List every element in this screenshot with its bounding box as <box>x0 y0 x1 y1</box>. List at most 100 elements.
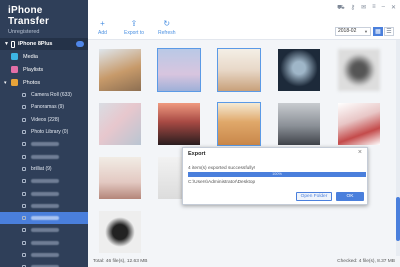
close-icon[interactable]: × <box>358 149 362 156</box>
album-label: Panoramas (9) <box>31 104 65 111</box>
app-title: iPhone Transfer <box>8 5 50 27</box>
photos-icon <box>11 79 18 86</box>
sidebar: iPhone Transfer Unregistered ▼ iPhone 8P… <box>0 0 88 267</box>
album-item[interactable] <box>0 150 88 162</box>
photo-thumbnail[interactable] <box>217 102 261 146</box>
refresh-icon: ↻ <box>163 19 171 28</box>
album-icon <box>22 203 26 208</box>
device-name: iPhone 8Plus <box>17 41 53 47</box>
media-icon <box>11 53 18 60</box>
album-label: Photo Library (0) <box>31 129 69 136</box>
blurred-album-label <box>31 142 59 147</box>
blurred-album-label <box>31 154 59 159</box>
chat-icon[interactable]: ✉ <box>361 4 366 12</box>
album-icon <box>22 253 26 257</box>
progress-text: 100% <box>272 172 282 176</box>
export-progress-bar: 100% <box>188 172 366 177</box>
album-label: Camera Roll (633) <box>31 92 72 99</box>
add-button[interactable]: + Add <box>98 19 107 37</box>
album-item[interactable]: Camera Roll (633) <box>0 89 88 101</box>
expand-caret-icon[interactable]: ▾ <box>4 80 9 86</box>
export-icon: ⇪ <box>130 19 138 28</box>
album-label: Videos (228) <box>31 116 60 123</box>
add-label: Add <box>98 30 107 36</box>
album-icon <box>22 105 26 110</box>
photo-thumbnail[interactable] <box>99 157 141 199</box>
ok-button[interactable]: OK <box>336 192 364 201</box>
album-icon <box>22 228 26 233</box>
photo-album-list: Camera Roll (633) Panoramas (9) Videos (22… <box>0 89 88 267</box>
photo-thumbnail[interactable] <box>278 49 320 91</box>
plus-icon: + <box>100 19 105 28</box>
window-controls: ⛟ ⚷ ✉ ≡ – ✕ <box>337 4 396 12</box>
chevron-down-icon: ▼ <box>364 29 368 34</box>
photo-thumbnail[interactable] <box>217 48 261 92</box>
date-filter-select[interactable]: 2018-02 ▼ <box>335 27 371 36</box>
album-item[interactable]: Videos (228) <box>0 114 88 126</box>
refresh-button[interactable]: ↻ Refresh <box>158 19 176 37</box>
photo-thumbnail[interactable] <box>99 49 141 91</box>
album-icon <box>22 142 26 147</box>
grid-view-button[interactable]: ▦ <box>373 27 383 36</box>
refresh-label: Refresh <box>158 30 176 36</box>
album-icon <box>22 191 26 196</box>
dialog-title: Export <box>188 151 206 157</box>
menu-icon[interactable]: ≡ <box>372 4 376 12</box>
sidebar-item-playlists[interactable]: Playlists <box>0 63 88 76</box>
blurred-album-label <box>31 240 59 245</box>
blurred-album-label <box>31 191 59 196</box>
blurred-album-label <box>31 216 59 221</box>
sidebar-item-label: Playlists <box>23 66 44 73</box>
minimize-icon[interactable]: – <box>382 4 385 12</box>
album-item[interactable] <box>0 249 88 261</box>
album-icon <box>22 154 26 159</box>
album-label: brilliat (9) <box>31 165 52 172</box>
open-folder-button[interactable]: Open Folder <box>296 192 332 201</box>
device-status-badge <box>76 41 84 47</box>
key-icon[interactable]: ⚷ <box>351 4 355 12</box>
sidebar-item-media[interactable]: Media <box>0 50 88 63</box>
album-item[interactable] <box>0 200 88 212</box>
grid-icon: ▦ <box>375 29 381 35</box>
export-dialog: Export × 4 item(s) exported successfully… <box>182 147 368 205</box>
list-view-button[interactable]: ☰ <box>384 27 394 36</box>
album-icon <box>22 130 26 135</box>
toolbar: ⛟ ⚷ ✉ ≡ – ✕ + Add ⇪ Export to ↻ Refresh … <box>88 0 400 40</box>
export-label: Export to <box>124 30 145 36</box>
album-item[interactable]: brilliat (9) <box>0 163 88 175</box>
blurred-album-label <box>31 253 59 257</box>
photo-thumbnail[interactable] <box>99 211 141 253</box>
photo-thumbnail[interactable] <box>158 103 200 145</box>
album-item[interactable] <box>0 237 88 249</box>
scrollbar[interactable] <box>396 40 400 256</box>
album-item[interactable] <box>0 224 88 236</box>
photo-thumbnail[interactable] <box>99 103 141 145</box>
album-item[interactable] <box>0 187 88 199</box>
album-icon <box>22 93 26 98</box>
date-value: 2018-02 <box>338 28 357 34</box>
photo-thumbnail[interactable] <box>338 49 380 91</box>
close-icon[interactable]: ✕ <box>391 4 396 12</box>
photo-thumbnail[interactable] <box>157 48 201 92</box>
export-message: 4 item(s) exported successfully! <box>188 166 256 171</box>
photo-thumbnail[interactable] <box>278 103 320 145</box>
blurred-album-label <box>31 228 59 233</box>
export-to-button[interactable]: ⇪ Export to <box>124 19 145 37</box>
album-item[interactable] <box>0 211 88 225</box>
sidebar-item-label: Photos <box>23 79 41 86</box>
album-item[interactable] <box>0 138 88 150</box>
collapse-caret-icon[interactable]: ▼ <box>4 41 9 47</box>
album-item[interactable]: Photo Library (0) <box>0 126 88 138</box>
registration-status: Unregistered <box>8 29 40 35</box>
device-item[interactable]: ▼ iPhone 8Plus <box>0 38 88 50</box>
album-item[interactable]: Panoramas (9) <box>0 101 88 113</box>
album-item[interactable] <box>0 261 88 267</box>
cart-icon[interactable]: ⛟ <box>337 4 345 12</box>
album-icon <box>22 179 26 184</box>
photo-thumbnail[interactable] <box>338 103 380 145</box>
app-header: iPhone Transfer Unregistered <box>0 0 88 38</box>
sidebar-item-photos[interactable]: ▾ Photos <box>0 76 88 89</box>
scrollbar-thumb[interactable] <box>396 197 400 241</box>
album-item[interactable] <box>0 175 88 187</box>
export-path: C:\Users\Administrator\Desktop <box>188 180 256 185</box>
